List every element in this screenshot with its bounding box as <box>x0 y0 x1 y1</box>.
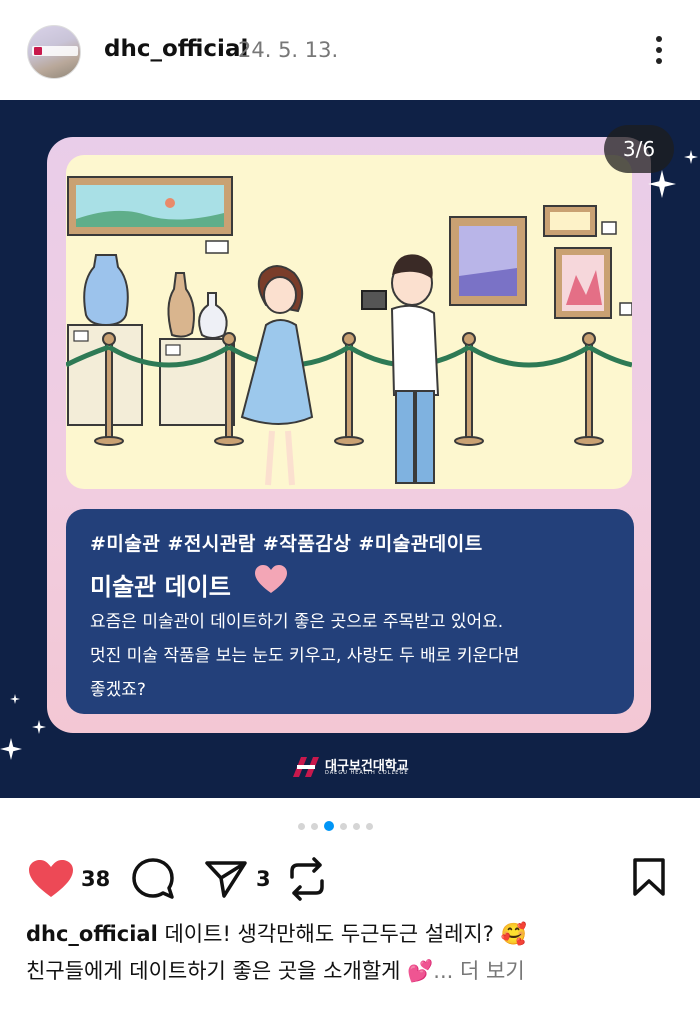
repost-icon[interactable] <box>286 857 328 901</box>
more-options-icon[interactable] <box>654 36 664 68</box>
caption-text-line1: 데이트! 생각만해도 두근두근 설레지? 🥰 <box>164 922 527 946</box>
post-image[interactable]: #미술관 #전시관람 #작품감상 #미술관데이트 미술관 데이트 요즘은 미술관… <box>0 100 700 798</box>
comment-icon[interactable] <box>131 857 175 901</box>
card-body: 요즘은 미술관이 데이트하기 좋은 곳으로 주목받고 있어요. 멋진 미술 작품… <box>90 605 620 707</box>
museum-illustration <box>66 155 632 489</box>
college-logo: 대구보건대학교 DAEGU HEALTH COLLEGE <box>291 754 411 780</box>
post-caption: dhc_official 데이트! 생각만해도 두근두근 설레지? 🥰 친구들에… <box>26 916 686 990</box>
carousel-indicator <box>298 820 373 832</box>
caption-ellipsis: ... <box>433 959 454 983</box>
card-body-line: 요즘은 미술관이 데이트하기 좋은 곳으로 주목받고 있어요. <box>90 612 504 632</box>
send-icon[interactable] <box>204 859 248 899</box>
sparkle-icon <box>0 738 22 760</box>
sparkle-icon <box>32 720 46 734</box>
card-frame: #미술관 #전시관람 #작품감상 #미술관데이트 미술관 데이트 요즘은 미술관… <box>47 137 651 733</box>
caption-username[interactable]: dhc_official <box>26 922 158 946</box>
card-body-line: 멋진 미술 작품을 보는 눈도 키우고, 사랑도 두 배로 키운다면 <box>90 646 520 666</box>
post-header: dhc_official 24. 5. 13. <box>0 0 700 100</box>
avatar-logo <box>32 46 78 56</box>
museum-scene-graphic <box>66 176 632 486</box>
see-more-link[interactable]: 더 보기 <box>460 959 525 983</box>
like-count[interactable]: 38 <box>81 867 110 891</box>
profile-avatar[interactable] <box>27 25 81 79</box>
post-date: 24. 5. 13. <box>238 38 339 62</box>
caption-line-1: dhc_official 데이트! 생각만해도 두근두근 설레지? 🥰 <box>26 916 686 953</box>
carousel-dot <box>311 822 318 830</box>
carousel-dot <box>298 822 305 830</box>
college-name-english: DAEGU HEALTH COLLEGE <box>325 770 409 776</box>
carousel-dot <box>366 822 373 830</box>
text-card: #미술관 #전시관람 #작품감상 #미술관데이트 미술관 데이트 요즘은 미술관… <box>66 509 634 714</box>
bookmark-icon[interactable] <box>632 857 666 897</box>
sparkle-icon <box>684 150 698 164</box>
page-indicator: 3/6 <box>604 125 674 173</box>
card-body-line: 좋겠죠? <box>90 680 146 700</box>
heart-icon[interactable] <box>28 859 74 899</box>
carousel-dot <box>340 822 347 830</box>
carousel-dot-active <box>324 821 334 831</box>
share-count[interactable]: 3 <box>256 867 271 891</box>
caption-text-line2: 친구들에게 데이트하기 좋은 곳을 소개할게 💕 <box>26 959 434 983</box>
college-logo-mark-icon <box>293 757 319 777</box>
carousel-dot <box>353 822 360 830</box>
sparkle-icon <box>10 694 20 704</box>
card-title: 미술관 데이트 <box>90 573 231 601</box>
post-username[interactable]: dhc_official <box>104 36 248 62</box>
caption-line-2: 친구들에게 데이트하기 좋은 곳을 소개할게 💕... 더 보기 <box>26 953 686 990</box>
sparkle-icon <box>648 170 676 198</box>
hashtags: #미술관 #전시관람 #작품감상 #미술관데이트 <box>90 533 483 555</box>
action-bar: 38 3 <box>0 855 700 905</box>
pink-heart-icon <box>255 565 287 593</box>
